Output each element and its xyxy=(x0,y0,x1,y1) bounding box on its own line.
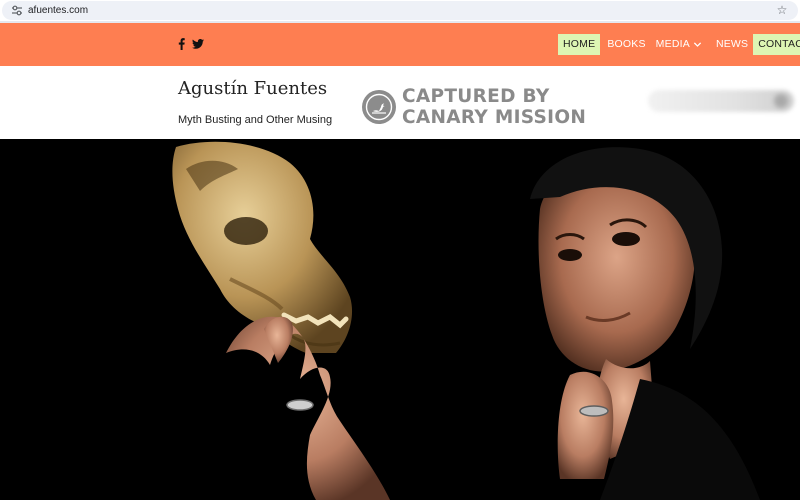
site-tagline: Myth Busting and Other Musing xyxy=(178,114,333,126)
canary-logo-icon xyxy=(362,90,396,124)
main-nav: HOME BOOKS MEDIA NEWS CONTACT xyxy=(0,23,800,66)
watermark-line-1: CAPTURED BY xyxy=(402,86,550,107)
facebook-icon[interactable] xyxy=(178,38,185,50)
blurred-search-box[interactable] xyxy=(648,90,794,112)
nav-news[interactable]: NEWS xyxy=(711,34,753,55)
nav-menu: HOME BOOKS MEDIA NEWS CONTACT xyxy=(558,34,800,55)
canary-mission-watermark: CAPTURED BY CANARY MISSION xyxy=(362,86,586,128)
star-icon[interactable]: ☆ xyxy=(776,4,788,16)
hero-photo xyxy=(172,141,760,500)
nav-home[interactable]: HOME xyxy=(558,34,601,55)
watermark-text: CAPTURED BY CANARY MISSION xyxy=(402,86,586,128)
nav-contact[interactable]: CONTACT xyxy=(753,34,800,55)
url-text[interactable]: afuentes.com xyxy=(28,4,88,17)
address-bar[interactable]: afuentes.com ☆ xyxy=(2,1,798,20)
site-title[interactable]: Agustín Fuentes xyxy=(178,78,327,99)
nav-media[interactable]: MEDIA xyxy=(651,34,707,55)
twitter-icon[interactable] xyxy=(192,39,204,49)
nav-media-label: MEDIA xyxy=(655,38,690,50)
browser-toolbar: afuentes.com ☆ xyxy=(0,0,800,23)
watermark-line-2: CANARY MISSION xyxy=(402,107,587,128)
nav-books[interactable]: BOOKS xyxy=(602,34,650,55)
hero-image xyxy=(0,139,800,500)
site-header: Agustín Fuentes Myth Busting and Other M… xyxy=(0,66,800,139)
man-portrait xyxy=(530,147,760,500)
tune-icon[interactable] xyxy=(11,5,23,16)
social-links xyxy=(178,38,204,50)
chevron-down-icon xyxy=(693,42,702,47)
